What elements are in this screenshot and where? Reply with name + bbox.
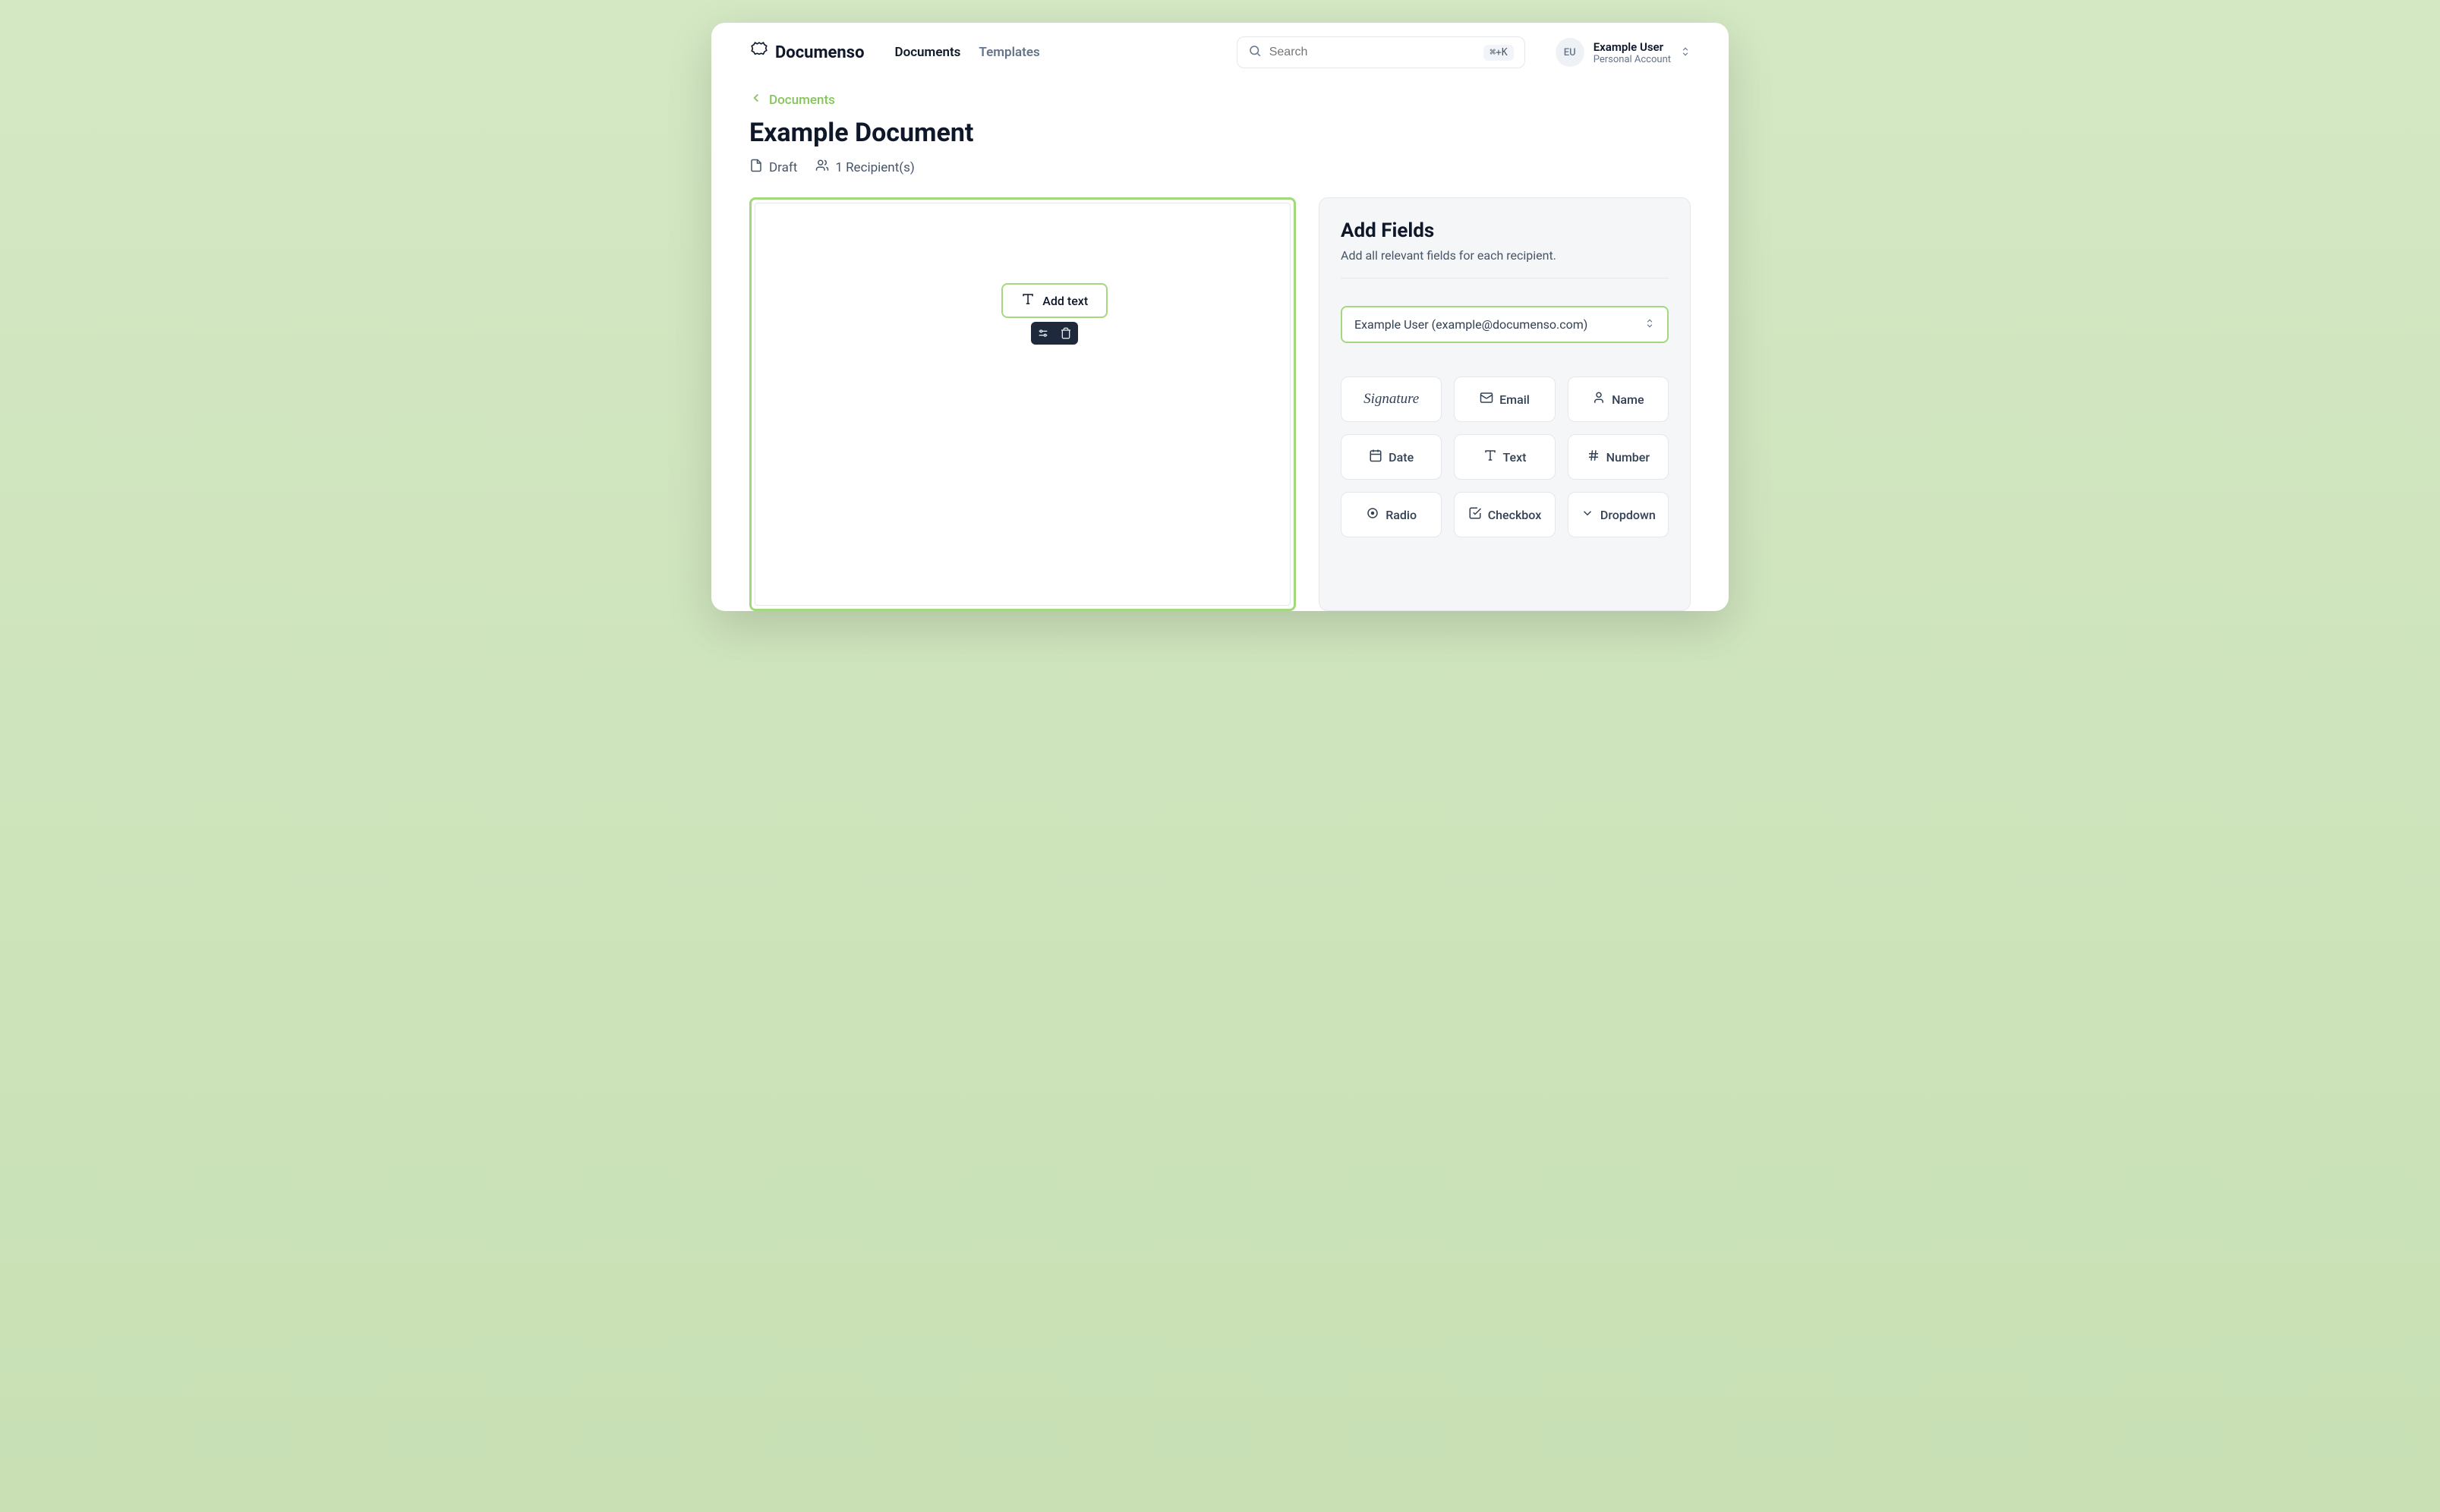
field-option-signature[interactable]: Signature bbox=[1341, 376, 1442, 422]
page-title: Example Document bbox=[749, 118, 1691, 148]
brand-name: Documenso bbox=[775, 43, 865, 62]
chevron-up-down-icon bbox=[1644, 317, 1655, 332]
placed-field-label: Add text bbox=[1042, 294, 1088, 308]
search-box[interactable]: ⌘+K bbox=[1237, 36, 1525, 68]
field-options-grid: Signature Email Name Date bbox=[1341, 376, 1669, 537]
calendar-icon bbox=[1369, 449, 1382, 465]
field-option-radio[interactable]: Radio bbox=[1341, 492, 1442, 537]
field-option-label: Name bbox=[1612, 392, 1644, 407]
editor-layout: Add text Add Fields Add all relevant fie… bbox=[749, 197, 1691, 611]
nav-links: Documents Templates bbox=[895, 45, 1040, 60]
field-toolbar bbox=[1031, 322, 1078, 345]
search-shortcut: ⌘+K bbox=[1483, 45, 1513, 61]
user-account-label: Personal Account bbox=[1594, 54, 1671, 65]
recipient-select[interactable]: Example User (example@documenso.com) bbox=[1341, 306, 1669, 343]
document-canvas-wrapper: Add text bbox=[749, 197, 1296, 611]
search-icon bbox=[1248, 44, 1262, 61]
brand[interactable]: Documenso bbox=[749, 41, 865, 64]
content: Documents Example Document Draft 1 Recip… bbox=[711, 82, 1729, 611]
status-text: Draft bbox=[769, 160, 797, 175]
document-meta: Draft 1 Recipient(s) bbox=[749, 159, 1691, 176]
nav-documents[interactable]: Documents bbox=[895, 45, 961, 60]
field-option-dropdown[interactable]: Dropdown bbox=[1568, 492, 1669, 537]
field-option-text[interactable]: Text bbox=[1454, 434, 1555, 480]
placed-text-field[interactable]: Add text bbox=[1001, 283, 1108, 318]
field-settings-button[interactable] bbox=[1037, 327, 1049, 339]
avatar: EU bbox=[1556, 38, 1584, 67]
status-badge: Draft bbox=[749, 159, 797, 176]
type-icon bbox=[1021, 292, 1035, 309]
field-option-checkbox[interactable]: Checkbox bbox=[1454, 492, 1555, 537]
user-menu[interactable]: EU Example User Personal Account bbox=[1556, 38, 1691, 67]
topbar: Documenso Documents Templates ⌘+K EU Exa… bbox=[711, 23, 1729, 82]
radio-icon bbox=[1366, 506, 1379, 523]
file-icon bbox=[749, 159, 763, 176]
brand-logo-icon bbox=[749, 41, 769, 64]
nav-templates[interactable]: Templates bbox=[979, 45, 1039, 60]
mail-icon bbox=[1480, 391, 1493, 408]
chevron-up-down-icon bbox=[1680, 46, 1691, 60]
panel-subtitle: Add all relevant fields for each recipie… bbox=[1341, 248, 1669, 279]
user-name: Example User bbox=[1594, 40, 1671, 54]
user-icon bbox=[1592, 391, 1606, 408]
checkbox-icon bbox=[1468, 506, 1482, 523]
recipient-selected-value: Example User (example@documenso.com) bbox=[1354, 317, 1587, 332]
panel-title: Add Fields bbox=[1341, 219, 1669, 242]
document-canvas[interactable]: Add text bbox=[755, 203, 1291, 606]
field-option-name[interactable]: Name bbox=[1568, 376, 1669, 422]
field-option-date[interactable]: Date bbox=[1341, 434, 1442, 480]
field-option-label: Text bbox=[1503, 450, 1527, 465]
field-option-email[interactable]: Email bbox=[1454, 376, 1555, 422]
hash-icon bbox=[1587, 449, 1600, 465]
app-window: Documenso Documents Templates ⌘+K EU Exa… bbox=[711, 23, 1729, 611]
field-option-label: Radio bbox=[1386, 508, 1417, 522]
chevron-down-icon bbox=[1581, 506, 1594, 523]
breadcrumb-label: Documents bbox=[769, 93, 835, 108]
field-option-label: Dropdown bbox=[1600, 508, 1656, 522]
add-fields-panel: Add Fields Add all relevant fields for e… bbox=[1319, 197, 1691, 611]
recipients-meta: 1 Recipient(s) bbox=[815, 159, 914, 176]
breadcrumb-back[interactable]: Documents bbox=[749, 91, 1691, 109]
search-input[interactable] bbox=[1269, 46, 1477, 59]
field-option-number[interactable]: Number bbox=[1568, 434, 1669, 480]
chevron-left-icon bbox=[749, 91, 763, 109]
field-option-label: Checkbox bbox=[1488, 508, 1542, 522]
field-option-label: Number bbox=[1606, 450, 1650, 465]
field-option-label: Email bbox=[1499, 392, 1530, 407]
signature-label: Signature bbox=[1363, 391, 1419, 408]
type-icon bbox=[1483, 449, 1497, 465]
users-icon bbox=[815, 159, 829, 176]
field-delete-button[interactable] bbox=[1060, 327, 1072, 339]
field-option-label: Date bbox=[1389, 450, 1414, 465]
recipients-text: 1 Recipient(s) bbox=[835, 160, 914, 175]
